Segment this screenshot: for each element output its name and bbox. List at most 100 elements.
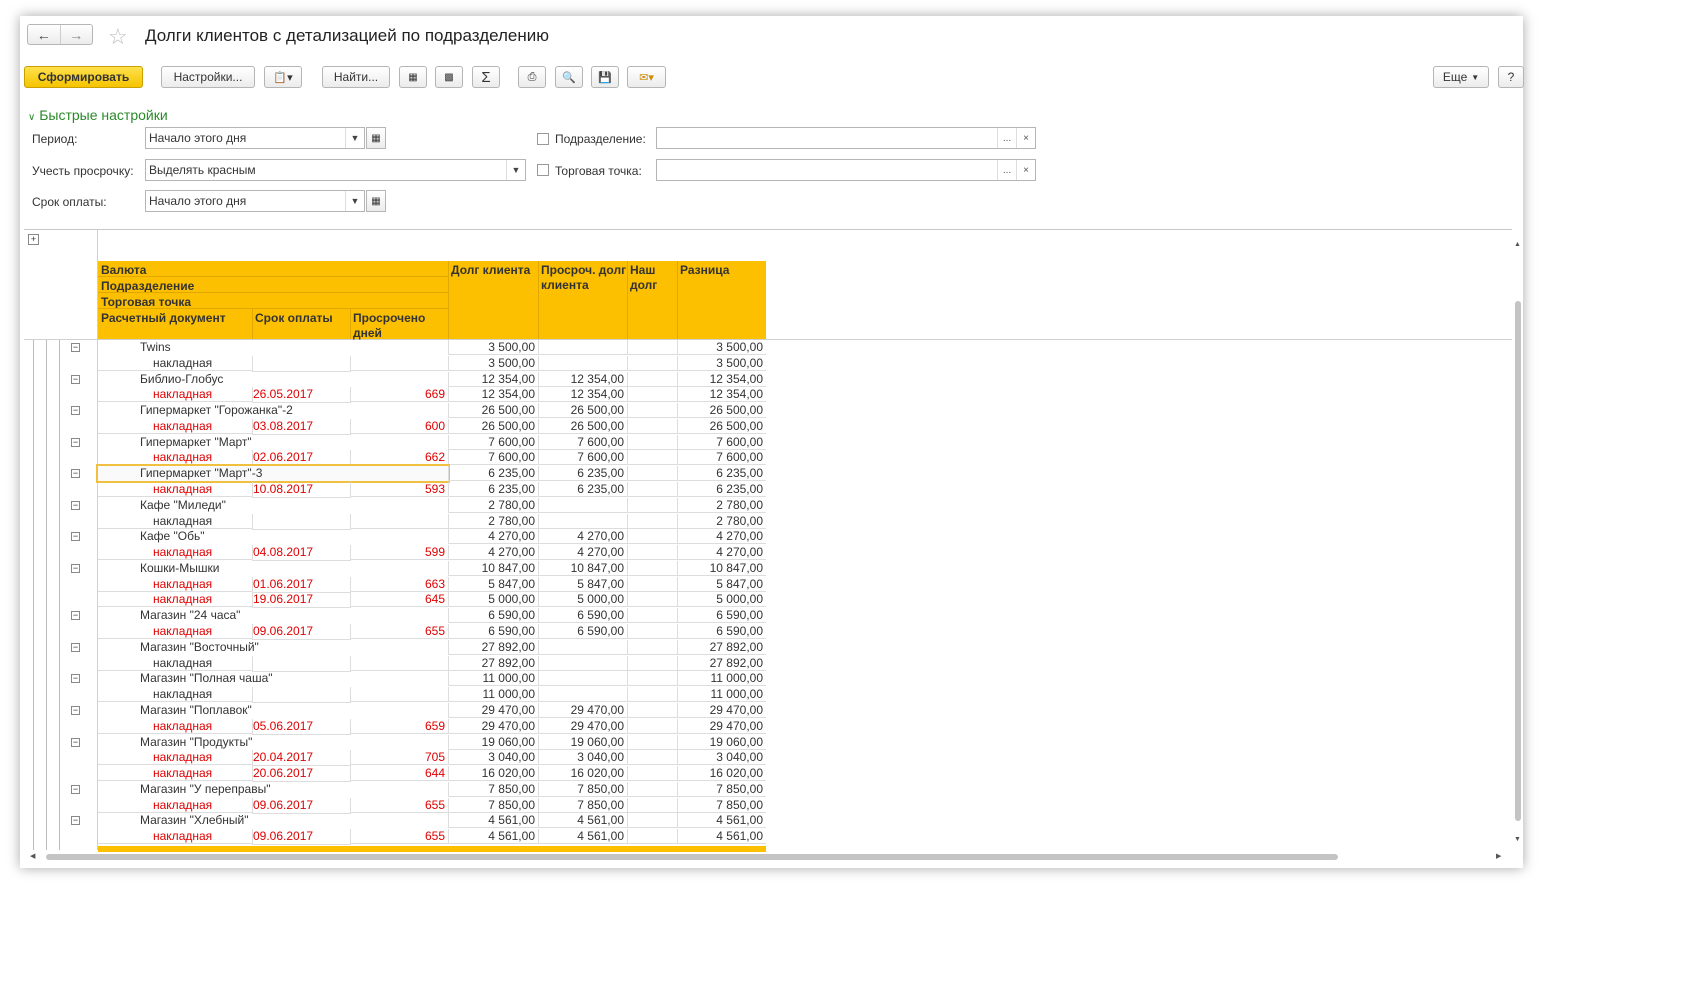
vertical-scrollbar[interactable]: ▲ ▼ (1514, 241, 1522, 863)
group-row[interactable]: Магазин "24 часа" 6 590,00 6 590,00 6 590,0… (98, 608, 766, 624)
table-row[interactable]: накладная 05.06.2017 659 29 470,00 29 470,00… (98, 718, 766, 735)
collapse-group-icon[interactable]: − (71, 532, 80, 542)
collapse-group-icon[interactable]: − (71, 563, 80, 573)
collapse-group-icon[interactable]: − (71, 816, 80, 826)
collapse-group-icon[interactable]: − (71, 500, 80, 510)
collapse-group-icon[interactable]: − (71, 737, 80, 747)
collapse-group-icon[interactable]: − (71, 469, 80, 479)
period-calendar-button[interactable]: ▦ (366, 127, 386, 149)
collapse-group-icon[interactable]: − (71, 437, 80, 447)
scroll-up-icon[interactable]: ▲ (1514, 241, 1521, 248)
print-button[interactable]: ⎙ (518, 66, 546, 88)
table-row[interactable]: накладная 19.06.2017 645 5 000,00 5 000,00 5 … (98, 592, 766, 609)
horizontal-scroll-thumb[interactable] (46, 854, 1338, 860)
collapse-group-icon[interactable]: − (71, 705, 80, 715)
group-row[interactable]: Кошки-Мышки 10 847,00 10 847,00 10 847,00 (98, 560, 766, 577)
dropdown-icon[interactable]: ▼ (345, 128, 364, 148)
preview-button[interactable]: 🔍 (555, 66, 583, 88)
clear-icon[interactable]: × (1016, 128, 1035, 148)
table-row[interactable]: накладная 20.06.2017 644 16 020,00 16 020,00… (98, 766, 766, 783)
group-row[interactable]: Магазин "Поплавок" 29 470,00 29 470,00 29 4… (98, 702, 766, 719)
send-mail-button[interactable]: ✉▾ (627, 66, 666, 88)
table-row[interactable]: накладная 20.04.2017 705 3 040,00 3 040,00 3 … (98, 750, 766, 767)
collapse-group-icon[interactable]: − (71, 343, 80, 352)
table-row[interactable]: накладная 09.06.2017 655 6 590,00 6 590,00 6 … (98, 624, 766, 641)
group-row[interactable]: Гипермаркет "Март" 7 600,00 7 600,00 7 600,… (98, 434, 766, 451)
group-row[interactable]: Магазин "Полная чаша" 11 000,00 11 000,00 (98, 671, 766, 687)
our-debt-cell (627, 766, 677, 782)
overdue-debt-cell: 29 470,00 (538, 718, 627, 734)
group-row[interactable]: Гипермаркет "Горожанка"-2 26 500,00 26 500… (98, 403, 766, 419)
outlet-name-cell: Кафе "Миледи" (140, 497, 226, 512)
outlet-checkbox[interactable] (537, 164, 549, 176)
collapse-group-icon[interactable]: − (71, 374, 80, 384)
outlet-field[interactable]: ... × (656, 159, 1036, 181)
group-row[interactable]: Магазин "У переправы" 7 850,00 7 850,00 7 8… (98, 781, 766, 798)
period-field[interactable]: Начало этого дня ▼ (145, 127, 365, 149)
due-field[interactable]: Начало этого дня ▼ (145, 190, 365, 212)
dropdown-icon[interactable]: ▼ (506, 160, 525, 180)
group-row[interactable]: Twins 3 500,00 3 500,00 (98, 340, 766, 356)
group-row[interactable]: Магазин "Продукты" 19 060,00 19 060,00 19 0… (98, 734, 766, 751)
due-date-cell (252, 655, 351, 672)
collapse-group-icon[interactable]: − (71, 784, 80, 794)
expand-groups-button[interactable]: ▦ (399, 66, 427, 88)
more-button[interactable]: Еще ▼ (1433, 66, 1489, 88)
scroll-right-icon[interactable]: ▶ (1496, 852, 1501, 860)
help-button[interactable]: ? (1498, 66, 1524, 88)
overdue-field[interactable]: Выделять красным ▼ (145, 159, 526, 181)
forward-arrow-icon[interactable]: → (59, 25, 93, 44)
back-arrow-icon[interactable]: ← (28, 25, 60, 44)
preview-icon: 🔍 (562, 71, 576, 84)
table-row[interactable]: накладная 02.06.2017 662 7 600,00 7 600,00 7 … (98, 450, 766, 467)
select-button[interactable]: ... (997, 128, 1016, 148)
division-checkbox[interactable] (537, 133, 549, 145)
table-row[interactable]: накладная 04.08.2017 599 4 270,00 4 270,00 4 … (98, 545, 766, 562)
collapse-group-icon[interactable]: − (71, 674, 80, 684)
due-calendar-button[interactable]: ▦ (366, 190, 386, 212)
table-row[interactable]: накладная 26.05.2017 669 12 354,00 12 354,00… (98, 387, 766, 404)
division-field[interactable]: ... × (656, 127, 1036, 149)
horizontal-scrollbar[interactable]: ◀ ▶ (30, 852, 1510, 862)
find-button[interactable]: Найти... (322, 66, 390, 88)
table-row[interactable]: накладная 2 780,00 2 780,00 (98, 513, 766, 530)
save-button[interactable]: 💾 (591, 66, 619, 88)
sum-button[interactable]: Σ (472, 66, 500, 88)
collapse-group-icon[interactable]: − (71, 642, 80, 652)
report-spreadsheet[interactable]: + − − − − − − − − − − − − − − − Валюта Подразделение Т… (24, 229, 1512, 867)
group-row[interactable]: Магазин "Хлебный" 4 561,00 4 561,00 4 561,0… (98, 813, 766, 829)
group-row[interactable]: Кафе "Обь" 4 270,00 4 270,00 4 270,00 (98, 529, 766, 545)
scroll-left-icon[interactable]: ◀ (30, 852, 35, 860)
group-row[interactable]: Библио-Глобус 12 354,00 12 354,00 12 354,00 (98, 371, 766, 388)
expand-all-icon[interactable]: + (28, 234, 39, 245)
outlet-name-cell: Магазин "Полная чаша" (140, 671, 273, 686)
select-button[interactable]: ... (997, 160, 1016, 180)
collapse-group-icon[interactable]: − (71, 406, 80, 416)
table-row[interactable]: накладная 09.06.2017 655 7 850,00 7 850,00 7 … (98, 797, 766, 814)
clear-icon[interactable]: × (1016, 160, 1035, 180)
settings-button[interactable]: Настройки... (161, 66, 255, 88)
table-row[interactable]: накладная 27 892,00 27 892,00 (98, 655, 766, 672)
table-row[interactable]: накладная 10.08.2017 593 6 235,00 6 235,00 6 … (98, 482, 766, 499)
table-row[interactable]: накладная 11 000,00 11 000,00 (98, 687, 766, 704)
generate-button[interactable]: Сформировать (24, 66, 143, 88)
group-row[interactable]: Гипермаркет "Март"-3 6 235,00 6 235,00 6 23… (96, 464, 766, 484)
client-debt-cell: 4 270,00 (448, 529, 538, 545)
scroll-down-icon[interactable]: ▼ (1514, 836, 1521, 843)
variants-button[interactable]: 📋▾ (264, 66, 302, 88)
client-debt-cell: 12 354,00 (448, 371, 538, 387)
table-row[interactable]: накладная 09.06.2017 655 4 561,00 4 561,00 4 … (98, 829, 766, 846)
vertical-scroll-thumb[interactable] (1515, 301, 1521, 821)
dropdown-icon[interactable]: ▼ (345, 191, 364, 211)
collapse-groups-button[interactable]: ▩ (435, 66, 463, 88)
document-cell: накладная (98, 829, 252, 845)
favorite-star-icon[interactable]: ☆ (108, 24, 128, 50)
table-row[interactable]: накладная 03.08.2017 600 26 500,00 26 500,00… (98, 418, 766, 435)
quick-settings-toggle[interactable]: ∨ Быстрые настройки (28, 107, 168, 123)
table-row[interactable]: накладная 01.06.2017 663 5 847,00 5 847,00 5 … (98, 576, 766, 593)
collapse-group-icon[interactable]: − (71, 611, 80, 621)
diff-cell: 4 270,00 (677, 545, 766, 561)
group-row[interactable]: Кафе "Миледи" 2 780,00 2 780,00 (98, 497, 766, 514)
table-row[interactable]: накладная 3 500,00 3 500,00 (98, 355, 766, 372)
group-row[interactable]: Магазин "Восточный" 27 892,00 27 892,00 (98, 639, 766, 656)
